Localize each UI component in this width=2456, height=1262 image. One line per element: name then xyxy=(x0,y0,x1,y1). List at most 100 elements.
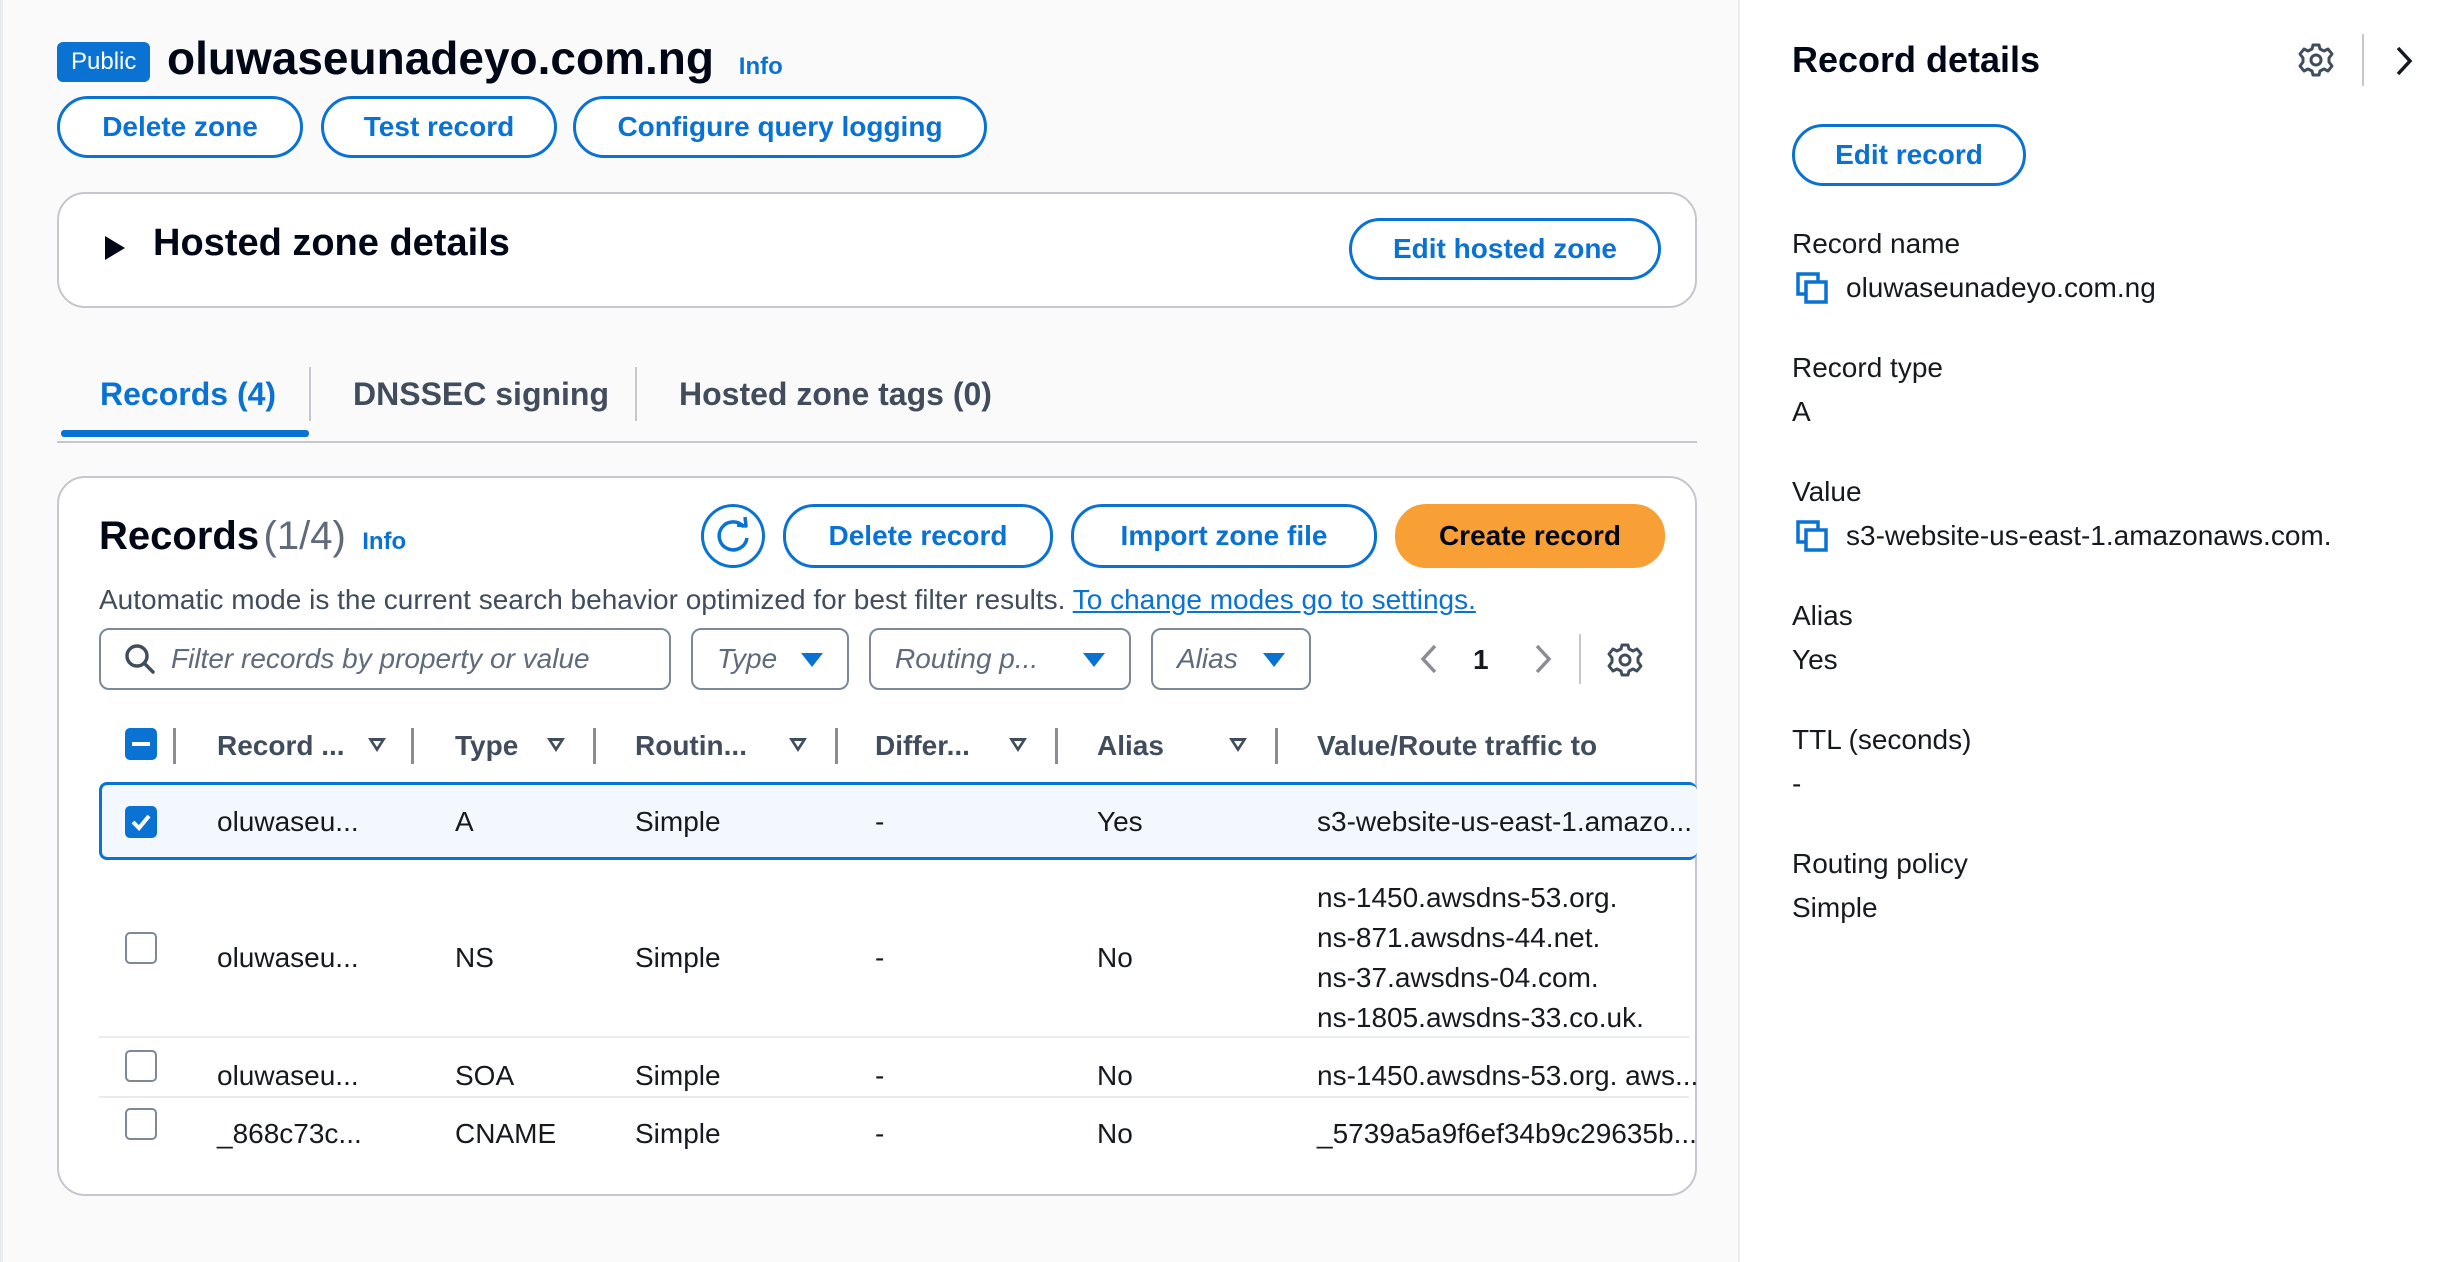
settings-icon[interactable] xyxy=(2298,42,2334,78)
routing-policy-cell: Simple xyxy=(635,942,721,973)
row-divider xyxy=(99,1096,1689,1098)
value-cell: _5739a5a9f6ef34b9c29635b... xyxy=(1317,1118,1697,1149)
column-separator xyxy=(411,728,414,764)
row-checkbox[interactable] xyxy=(125,1108,157,1140)
alias-cell: No xyxy=(1097,942,1133,973)
value-cell: ns-1805.awsdns-33.co.uk. xyxy=(1317,1002,1644,1033)
main-content: Public oluwaseunadeyo.com.ng Info Delete… xyxy=(0,0,1738,1262)
pagination-divider xyxy=(1579,634,1581,684)
routing-policy-label: Routing policy xyxy=(1792,848,1968,879)
copy-icon[interactable] xyxy=(1796,520,1830,554)
record-type-cell: A xyxy=(455,806,474,837)
alias-cell: No xyxy=(1097,1118,1133,1149)
edit-record-button[interactable]: Edit record xyxy=(1792,124,2026,186)
filter-caret-icon xyxy=(801,653,823,667)
search-input[interactable]: Filter records by property or value xyxy=(99,628,671,690)
select-all-checkbox[interactable] xyxy=(125,728,157,760)
page-number[interactable]: 1 xyxy=(1473,640,1489,680)
record-name-cell: _868c73c... xyxy=(217,1118,362,1149)
ttl-value: - xyxy=(1792,768,1802,799)
search-placeholder: Filter records by property or value xyxy=(171,643,590,674)
copy-icon[interactable] xyxy=(1796,272,1830,306)
tab-divider xyxy=(635,367,637,421)
records-info-link[interactable]: Info xyxy=(362,528,406,555)
tab-dnssec-signing[interactable]: DNSSEC signing xyxy=(353,364,609,424)
type-filter-label: Type xyxy=(717,643,778,674)
records-heading: Records (1/4) Info xyxy=(99,508,406,573)
routing-policy-value: Simple xyxy=(1792,892,1878,923)
settings-icon[interactable] xyxy=(1607,642,1643,678)
checkmark-icon xyxy=(131,814,151,831)
differentiator-cell: - xyxy=(875,1060,885,1091)
alias-filter-label: Alias xyxy=(1177,643,1238,674)
filter-caret-icon xyxy=(1263,653,1285,667)
row-checkbox[interactable] xyxy=(125,1050,157,1082)
column-header-routing[interactable]: Routin... xyxy=(635,726,747,766)
record-name-cell: oluwaseu... xyxy=(217,1060,359,1091)
alias-filter-select[interactable]: Alias xyxy=(1151,628,1311,690)
filter-caret-icon xyxy=(1083,653,1105,667)
row-divider xyxy=(99,1036,1689,1038)
hosted-zone-details-title[interactable]: Hosted zone details xyxy=(153,222,510,265)
sort-icon[interactable] xyxy=(368,738,386,752)
record-type-value: A xyxy=(1792,396,1811,427)
record-name-label: Record name xyxy=(1792,228,1961,259)
alias-cell: No xyxy=(1097,1060,1133,1091)
delete-zone-button[interactable]: Delete zone xyxy=(57,96,303,158)
delete-record-button[interactable]: Delete record xyxy=(783,504,1053,568)
row-checkbox[interactable] xyxy=(125,806,157,838)
test-record-button[interactable]: Test record xyxy=(321,96,557,158)
refresh-button[interactable] xyxy=(701,504,765,568)
column-header-value[interactable]: Value/Route traffic to xyxy=(1317,726,1597,766)
sort-icon[interactable] xyxy=(547,738,565,752)
routing-filter-select[interactable]: Routing p... xyxy=(869,628,1131,690)
description-text: Automatic mode is the current search beh… xyxy=(99,584,1066,615)
column-separator xyxy=(593,728,596,764)
type-filter-select[interactable]: Type xyxy=(691,628,849,690)
edit-hosted-zone-button[interactable]: Edit hosted zone xyxy=(1349,218,1661,280)
value-cell: s3-website-us-east-1.amazo... xyxy=(1317,806,1693,837)
chevron-left-icon[interactable] xyxy=(1417,642,1441,676)
active-tab-indicator xyxy=(61,430,309,437)
routing-policy-cell: Simple xyxy=(635,806,721,837)
value-cell: ns-1450.awsdns-53.org. aws... xyxy=(1317,1060,1699,1091)
record-type-cell: NS xyxy=(455,942,494,973)
routing-policy-cell: Simple xyxy=(635,1118,721,1149)
hosted-zone-details-panel: Hosted zone details Edit hosted zone xyxy=(57,192,1697,308)
column-header-differentiator[interactable]: Differ... xyxy=(875,726,970,766)
tab-hosted-zone-tags[interactable]: Hosted zone tags (0) xyxy=(679,364,992,424)
settings-link[interactable]: To change modes go to settings. xyxy=(1073,584,1476,615)
sort-icon[interactable] xyxy=(789,738,807,752)
column-separator xyxy=(173,728,176,764)
page-title: oluwaseunadeyo.com.ng Info xyxy=(167,28,783,97)
header-divider xyxy=(2362,34,2364,86)
ttl-label: TTL (seconds) xyxy=(1792,724,1972,755)
column-header-record-name[interactable]: Record ... xyxy=(217,726,345,766)
record-name-value: oluwaseunadeyo.com.ng xyxy=(1846,272,2156,303)
records-count: (1/4) xyxy=(263,514,346,558)
column-separator xyxy=(1275,728,1278,764)
import-zone-file-button[interactable]: Import zone file xyxy=(1071,504,1377,568)
column-separator xyxy=(835,728,838,764)
column-header-alias[interactable]: Alias xyxy=(1097,726,1164,766)
value-value: s3-website-us-east-1.amazonaws.com. xyxy=(1846,520,2332,551)
create-record-button[interactable]: Create record xyxy=(1395,504,1665,568)
column-header-type[interactable]: Type xyxy=(455,726,518,766)
row-checkbox[interactable] xyxy=(125,932,157,964)
caret-right-icon[interactable] xyxy=(105,236,125,260)
value-cell: ns-1450.awsdns-53.org. xyxy=(1317,882,1618,913)
sort-icon[interactable] xyxy=(1009,738,1027,752)
zone-info-link[interactable]: Info xyxy=(739,53,783,80)
chevron-right-icon[interactable] xyxy=(2392,44,2416,78)
tab-divider xyxy=(309,367,311,421)
public-badge: Public xyxy=(57,42,151,82)
configure-query-logging-button[interactable]: Configure query logging xyxy=(573,96,987,158)
differentiator-cell: - xyxy=(875,1118,885,1149)
sort-icon[interactable] xyxy=(1229,738,1247,752)
alias-cell: Yes xyxy=(1097,806,1143,837)
records-title: Records xyxy=(99,514,260,558)
tab-records[interactable]: Records (4) xyxy=(100,364,276,424)
value-label: Value xyxy=(1792,476,1862,507)
chevron-right-icon[interactable] xyxy=(1531,642,1555,676)
value-cell: ns-871.awsdns-44.net. xyxy=(1317,922,1601,953)
